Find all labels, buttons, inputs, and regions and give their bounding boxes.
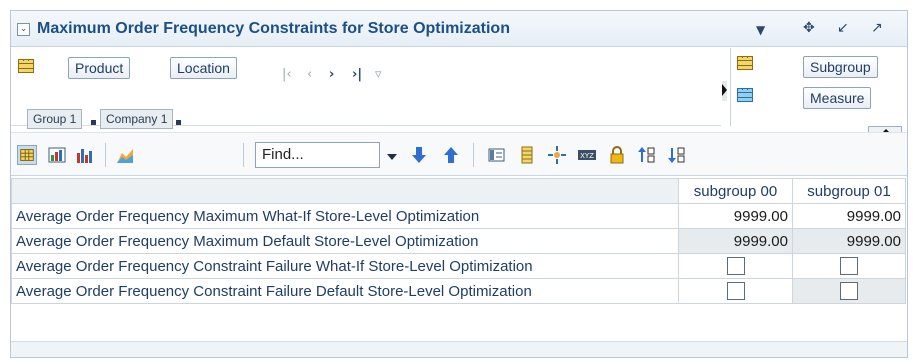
toolbar-separator [105, 143, 106, 167]
maximize-icon[interactable]: ↗ [871, 20, 883, 36]
find-dropdown-icon[interactable] [387, 154, 397, 160]
row-header: Average Order Frequency Maximum Default … [11, 228, 679, 254]
find-input[interactable]: Find... [255, 142, 380, 168]
column-icon[interactable] [517, 145, 537, 165]
constraint-failure-checkbox[interactable] [840, 257, 858, 276]
caret-down-icon[interactable]: ▼ [756, 23, 765, 37]
value-cell-readonly: 9999.00 [792, 228, 906, 254]
filter-icon[interactable]: ▿ [375, 67, 382, 82]
move-icon[interactable]: ✥ [803, 20, 815, 36]
chart-grid-icon[interactable] [47, 145, 67, 165]
dimension-subgroup[interactable]: Subgroup [803, 56, 878, 78]
spread-icon[interactable] [547, 145, 567, 165]
column-pivot-area: Subgroup Measure [730, 48, 907, 126]
lock-icon[interactable] [607, 145, 627, 165]
page-title: Maximum Order Frequency Constraints for … [37, 20, 510, 37]
restore-icon[interactable]: ↙ [837, 20, 849, 36]
status-bar [11, 341, 907, 357]
table-icon [737, 56, 753, 70]
bar-chart-icon[interactable] [75, 145, 95, 165]
breadcrumb-group[interactable]: Group 1 [27, 109, 83, 129]
table-icon [18, 59, 34, 73]
header-row: subgroup 00 subgroup 01 [11, 178, 906, 204]
row-header: Average Order Frequency Maximum What-If … [11, 203, 679, 229]
dimension-location[interactable]: Location [170, 57, 237, 79]
table-row: Average Order Frequency Constraint Failu… [11, 253, 906, 279]
next-icon[interactable]: › [329, 67, 334, 82]
value-cell[interactable]: 9999.00 [678, 203, 793, 229]
toolbar-separator [243, 143, 244, 167]
sort-descending-icon[interactable] [667, 145, 687, 165]
breadcrumb-company[interactable]: Company 1 [100, 109, 174, 129]
column-header-subgroup-00[interactable]: subgroup 00 [678, 178, 793, 204]
find-previous-up-icon[interactable] [441, 145, 461, 165]
constraint-failure-checkbox[interactable] [726, 282, 745, 301]
svg-text:XYZ: XYZ [580, 152, 594, 160]
value-cell[interactable]: 9999.00 [792, 203, 906, 229]
checkbox-cell [792, 253, 906, 279]
chevron-down-icon[interactable]: ⌄ [17, 23, 30, 36]
toolbar: Find... XYZ [11, 132, 907, 176]
checkbox-cell-readonly [792, 278, 906, 304]
constraint-failure-checkbox[interactable] [726, 257, 745, 276]
breadcrumb-dot [91, 120, 96, 125]
row-header: Average Order Frequency Constraint Failu… [11, 278, 679, 304]
constraint-failure-checkbox [840, 282, 858, 301]
worksheet-panel: ⌄ Maximum Order Frequency Constraints fo… [10, 10, 908, 358]
sort-ascending-icon[interactable] [637, 145, 657, 165]
expand-arrow-icon[interactable] [722, 84, 727, 96]
find-next-down-icon[interactable] [409, 145, 429, 165]
value-cell-readonly: 9999.00 [678, 228, 793, 254]
measure-table-icon [737, 88, 753, 102]
breadcrumb-dot [176, 120, 181, 125]
row-pivot-area: Product Location |‹ ‹ › ›| ▿ Group 1 Com… [11, 48, 721, 129]
row-header: Average Order Frequency Constraint Failu… [11, 253, 679, 279]
column-header-subgroup-01[interactable]: subgroup 01 [792, 178, 906, 204]
title-bar: ⌄ Maximum Order Frequency Constraints fo… [11, 11, 907, 47]
grid-corner [11, 178, 679, 204]
toolbar-separator [473, 143, 474, 167]
format-xyz-icon[interactable]: XYZ [577, 145, 597, 165]
table-row: Average Order Frequency Maximum Default … [11, 228, 906, 254]
previous-icon: ‹ [307, 67, 313, 82]
last-page-icon[interactable]: ›| [352, 67, 362, 82]
table-row: Average Order Frequency Constraint Failu… [11, 278, 906, 304]
show-hide-icon[interactable] [487, 145, 507, 165]
checkbox-cell [678, 253, 793, 279]
grid-view-icon[interactable] [17, 145, 37, 165]
dimension-product[interactable]: Product [68, 57, 131, 79]
table-row: Average Order Frequency Maximum What-If … [11, 203, 906, 229]
area-chart-icon[interactable] [115, 145, 135, 165]
dimension-measure[interactable]: Measure [803, 87, 872, 109]
data-grid: subgroup 00 subgroup 01 Average Order Fr… [11, 178, 906, 304]
first-page-icon: |‹ [282, 67, 292, 82]
checkbox-cell [678, 278, 793, 304]
